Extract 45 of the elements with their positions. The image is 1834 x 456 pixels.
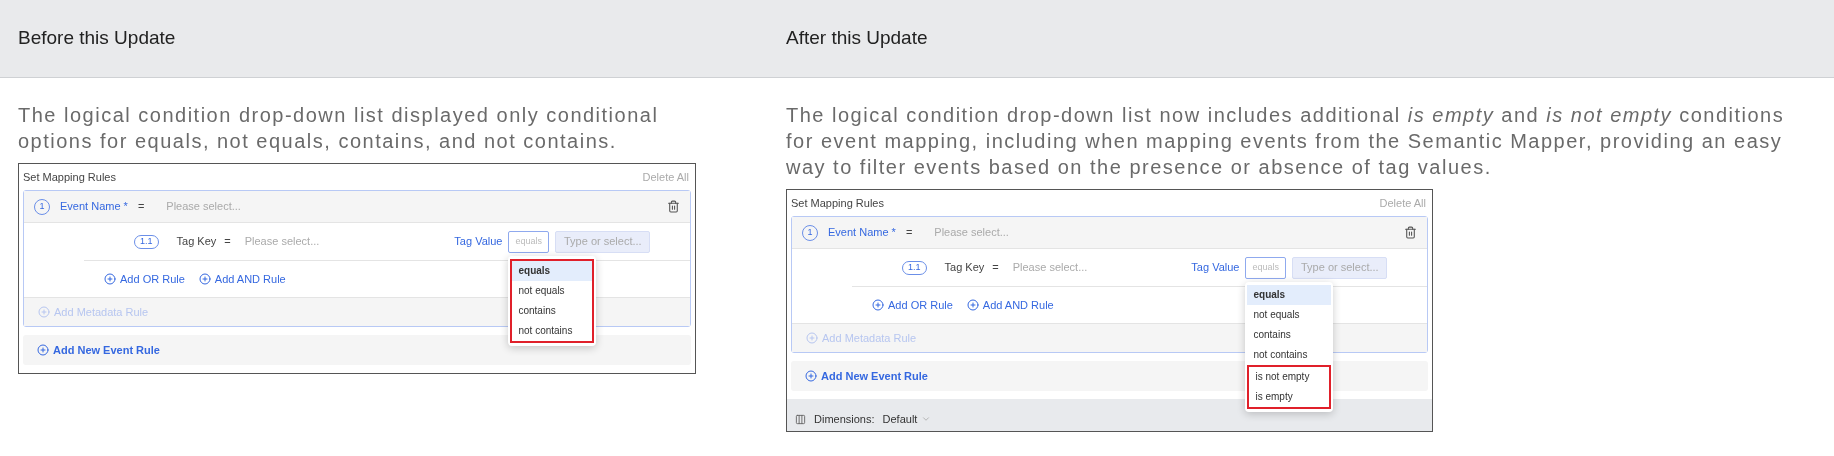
plus-circle-icon bbox=[37, 344, 49, 356]
plus-circle-icon bbox=[38, 306, 50, 318]
plus-circle-icon bbox=[806, 332, 818, 344]
dropdown-option[interactable]: not contains bbox=[512, 320, 593, 341]
section-title: Set Mapping Rules bbox=[791, 195, 884, 211]
dropdown-option[interactable]: contains bbox=[1247, 324, 1332, 345]
dropdown-option[interactable]: equals bbox=[1247, 284, 1332, 305]
plus-circle-icon bbox=[966, 299, 979, 311]
column-heading: After this Update bbox=[786, 27, 928, 49]
field-label: Tag Key bbox=[944, 260, 985, 276]
add-event-rule-button[interactable]: Add New Event Rule bbox=[805, 367, 928, 385]
plus-circle-icon bbox=[198, 273, 211, 285]
field-label: Tag Value bbox=[1191, 260, 1240, 276]
column-heading: Before this Update bbox=[18, 27, 176, 49]
field-label: Event Name * bbox=[60, 199, 128, 215]
operator-label: = bbox=[137, 199, 145, 215]
add-or-rule-button[interactable]: Add OR Rule bbox=[872, 296, 953, 314]
description-text: The logical condition drop-down list displayed only conditional options for equals, not equals, contains, and not contains. bbox=[18, 103, 660, 154]
operator-label: = bbox=[224, 234, 231, 250]
add-and-rule-button[interactable]: Add AND Rule bbox=[966, 296, 1054, 314]
add-and-rule-button[interactable]: Add AND Rule bbox=[198, 270, 286, 288]
dropdown-option[interactable]: contains bbox=[512, 300, 593, 321]
plus-circle-icon bbox=[104, 273, 116, 285]
plus-circle-icon bbox=[872, 299, 884, 311]
section-title: Set Mapping Rules bbox=[23, 169, 116, 185]
dimensions-label: Dimensions: bbox=[814, 411, 875, 427]
dropdown-option[interactable]: is not empty bbox=[1249, 366, 1330, 387]
dropdown-option[interactable]: not contains bbox=[1247, 344, 1332, 365]
add-or-rule-button[interactable]: Add OR Rule bbox=[104, 270, 185, 288]
field-label: Tag Value bbox=[454, 234, 503, 250]
delete-icon[interactable] bbox=[667, 200, 680, 213]
dropdown-option[interactable]: not equals bbox=[512, 280, 593, 301]
dropdown-option[interactable]: not equals bbox=[1247, 304, 1332, 325]
dimensions-select[interactable]: Default bbox=[882, 410, 932, 427]
field-label: Event Name * bbox=[828, 225, 896, 241]
plus-circle-icon bbox=[805, 370, 817, 382]
description-text: The logical condition drop-down list now includes additional is empty and is not empty conditions for event mapping, including when mapping events from the Semantic Mapper, providing an easy way to filter events based on the presence or absence of tag values. bbox=[786, 103, 1786, 180]
add-event-rule-button[interactable]: Add New Event Rule bbox=[37, 341, 160, 359]
dropdown-option[interactable]: is empty bbox=[1249, 386, 1330, 407]
field-label: Tag Key bbox=[176, 234, 217, 250]
delete-icon[interactable] bbox=[1404, 226, 1417, 239]
operator-label: = bbox=[992, 260, 999, 276]
columns-icon bbox=[795, 414, 806, 425]
operator-label: = bbox=[905, 225, 913, 241]
dropdown-option[interactable]: equals bbox=[512, 260, 593, 281]
